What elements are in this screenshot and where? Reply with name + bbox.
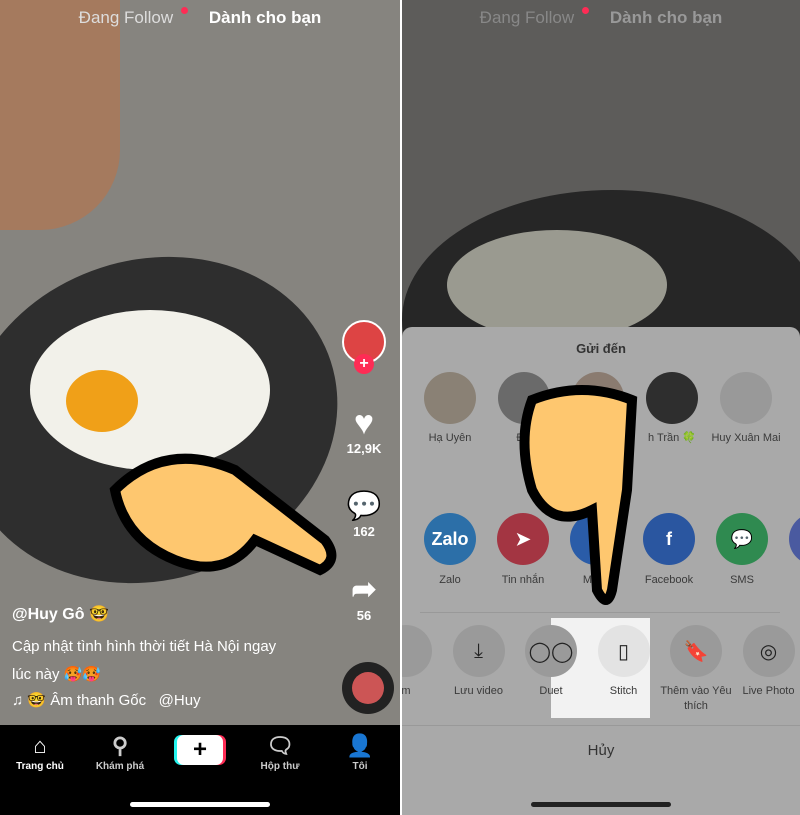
contact-name: Hạ Uyên	[428, 432, 472, 444]
contact-name: Huy Xuân Mai	[711, 432, 781, 444]
follow-plus-icon[interactable]: +	[354, 354, 374, 374]
like-button[interactable]: ♥ 12,9K	[342, 405, 386, 456]
action-icon: 🔖	[683, 640, 709, 663]
bottom-nav: ⌂ Trang chủ ⚲ Khám phá + 🗨 Hộp thư 👤 Tôi	[0, 725, 400, 815]
hand-image	[0, 0, 120, 230]
app-icon: f	[666, 528, 672, 549]
action-button-2[interactable]: ◯◯	[525, 625, 577, 677]
home-indicator	[130, 802, 270, 807]
action-button-3[interactable]: ▯	[597, 625, 650, 677]
action-button-0[interactable]	[402, 625, 432, 677]
nav-discover[interactable]: ⚲ Khám phá	[85, 733, 155, 772]
search-icon: ⚲	[111, 733, 129, 758]
caption: Cập nhật tình hình thời tiết Hà Nội ngay…	[12, 633, 276, 689]
share-screen: Đang Follow Dành cho bạn Gửi đến Hạ Uyên…	[402, 0, 800, 815]
pointing-hand-icon	[519, 385, 638, 605]
music-note-icon: ♫	[12, 692, 28, 709]
action-label: Lưu video	[454, 685, 503, 697]
sheet-title: Gửi đến	[576, 341, 626, 356]
action-icon: ◎	[759, 640, 778, 663]
share-button[interactable]: ➦ 56	[342, 572, 386, 623]
heart-icon: ♥	[353, 404, 375, 442]
tab-following[interactable]: Đang Follow	[480, 8, 575, 27]
pointing-hand-icon	[109, 453, 337, 576]
contact-avatar[interactable]	[720, 372, 772, 424]
sound-link[interactable]: ♫ 🤓 Âm thanh Gốc @Huy	[12, 691, 201, 709]
app-icon: Zalo	[431, 528, 469, 549]
sound-name: 🤓 Âm thanh Gốc	[27, 692, 147, 709]
caption-line: Cập nhật tình hình thời tiết Hà Nội ngay	[12, 638, 277, 655]
action-button-5[interactable]: ◎	[742, 625, 795, 677]
share-app-4[interactable]: 💬	[716, 513, 768, 565]
plus-icon: +	[192, 736, 207, 763]
caption-line: lúc này 🥵🥵	[12, 666, 102, 683]
home-indicator	[531, 802, 671, 807]
action-label: Duet	[539, 685, 563, 697]
feed-tabs: Đang Follow Dành cho bạn	[0, 7, 400, 28]
home-icon: ⌂	[33, 733, 47, 758]
like-count: 12,9K	[346, 441, 382, 456]
nav-label: Hộp thư	[260, 761, 300, 772]
action-label: Live Photo	[742, 685, 795, 697]
share-app-0[interactable]: Zalo	[424, 513, 476, 565]
share-app-5[interactable]	[789, 513, 800, 565]
contact-avatar[interactable]	[646, 372, 698, 424]
tab-following[interactable]: Đang Follow	[79, 8, 174, 27]
nav-profile[interactable]: 👤 Tôi	[325, 733, 395, 772]
action-label: Stitch	[609, 685, 638, 697]
action-label: Thêm vào Yêu thích	[660, 685, 732, 712]
app-label: SMS	[730, 574, 754, 586]
sound-author: @Huy	[158, 692, 201, 709]
nav-home[interactable]: ⌂ Trang chủ	[5, 733, 75, 772]
tab-for-you[interactable]: Dành cho bạn	[209, 8, 321, 27]
share-count: 56	[356, 608, 372, 623]
comment-button[interactable]: 💬 162	[342, 488, 386, 539]
creator-avatar[interactable]: +	[342, 320, 386, 374]
comment-icon: 💬	[346, 490, 382, 521]
contact-avatar[interactable]	[424, 372, 476, 424]
author-name[interactable]: @Huy Gô 🤓	[12, 604, 109, 624]
video-feed-screen: Đang Follow Dành cho bạn + ♥ 12,9K 💬 162 ➦…	[0, 0, 400, 815]
tab-for-you[interactable]: Dành cho bạn	[610, 8, 722, 27]
inbox-icon: 🗨	[266, 733, 294, 758]
action-icon: ◯◯	[528, 640, 574, 663]
comment-count: 162	[353, 524, 375, 539]
nav-inbox[interactable]: 🗨 Hộp thư	[245, 733, 315, 772]
cancel-button[interactable]: Hủy	[402, 742, 800, 759]
notification-dot	[181, 7, 189, 14]
nav-label: Trang chủ	[16, 761, 64, 772]
nav-label: Khám phá	[95, 761, 145, 772]
nav-label: Tôi	[352, 761, 368, 772]
divider	[402, 725, 800, 726]
notification-dot	[582, 7, 590, 14]
app-label: Zalo	[439, 574, 461, 586]
action-icon: ⤓	[474, 639, 483, 662]
share-icon: ➦	[351, 573, 377, 606]
music-disc[interactable]	[342, 662, 394, 714]
profile-icon: 👤	[346, 733, 374, 758]
action-icon: ▯	[617, 640, 629, 663]
action-button-4[interactable]: 🔖	[670, 625, 722, 677]
app-label: Sa Li	[775, 573, 800, 588]
egg-image	[447, 230, 667, 340]
create-button[interactable]: +	[177, 735, 223, 765]
feed-tabs: Đang Follow Dành cho bạn	[402, 7, 800, 28]
app-icon: 💬	[730, 528, 754, 549]
yolk-image	[66, 370, 138, 432]
action-button-1[interactable]: ⤓	[452, 625, 505, 677]
